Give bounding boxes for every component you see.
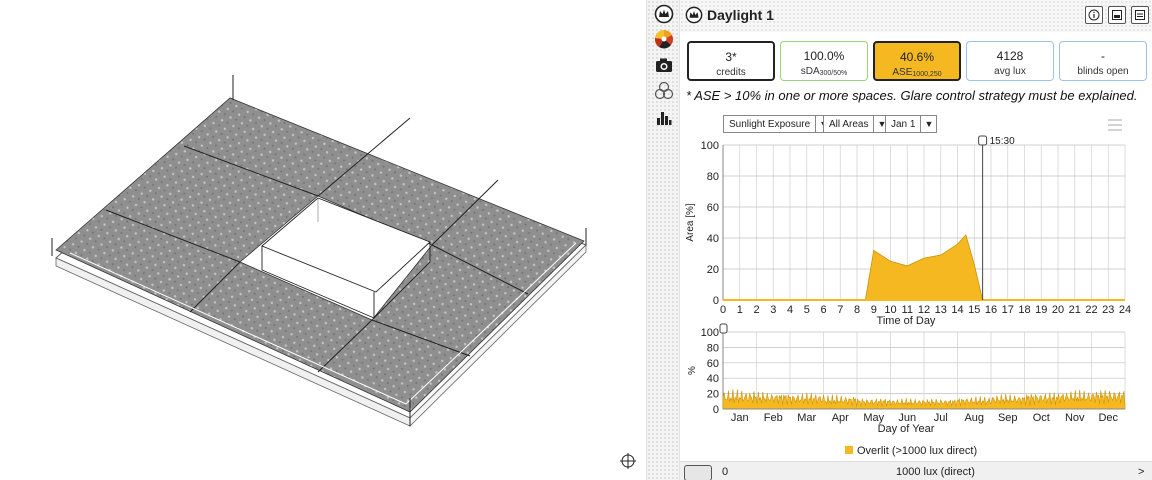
month-tick-label: Sep	[998, 412, 1018, 424]
month-tick-label: Jan	[731, 412, 749, 424]
x-tick-label: 4	[787, 304, 793, 316]
x-tick-label: 7	[837, 304, 843, 316]
metric-ase[interactable]: 40.6% ASE1000,250	[873, 41, 961, 81]
time-marker-label: 15:30	[990, 136, 1015, 147]
orientation-gizmo-icon[interactable]	[620, 453, 636, 469]
metric-avg-lux[interactable]: 4128 avg lux	[966, 41, 1054, 81]
x-tick-label: 17	[1002, 304, 1014, 316]
shapes-icon[interactable]	[652, 80, 676, 102]
x-tick-label: 8	[854, 304, 860, 316]
metric-label: blinds open	[1077, 66, 1129, 77]
x-tick-label: 19	[1035, 304, 1047, 316]
x-tick-label: 0	[720, 304, 726, 316]
export-data-button[interactable]	[1131, 6, 1149, 24]
y-tick-label: 80	[707, 171, 719, 183]
metric-label: sDA300/50%	[800, 66, 848, 77]
metric-label: ASE1000,250	[892, 67, 942, 78]
month-tick-label: Nov	[1065, 412, 1085, 424]
y-tick-label: 80	[707, 342, 719, 354]
y-tick-label: 40	[707, 373, 719, 385]
threshold-toggle-button[interactable]	[684, 465, 712, 480]
x-axis-label: Time of Day	[877, 315, 936, 327]
panel-title: Daylight 1	[707, 7, 774, 23]
x-tick-label: 16	[985, 304, 997, 316]
metric-blinds[interactable]: - blinds open	[1059, 41, 1147, 81]
bar-chart-icon[interactable]	[652, 107, 676, 129]
month-tick-label: Apr	[832, 412, 849, 424]
x-tick-label: 20	[1052, 304, 1064, 316]
month-tick-label: Dec	[1098, 412, 1118, 424]
time-marker-handle	[978, 135, 988, 146]
export-image-button[interactable]	[1108, 6, 1126, 24]
building-model	[51, 75, 636, 469]
ase-warning-note: * ASE > 10% in one or more spaces. Glare…	[686, 88, 1138, 103]
metric-value: 3*	[725, 50, 737, 64]
threshold-min: 0	[722, 466, 729, 478]
info-icon	[1088, 9, 1100, 21]
x-tick-label: 6	[820, 304, 826, 316]
y-tick-label: 60	[707, 202, 719, 214]
month-tick-label: Oct	[1033, 412, 1050, 424]
month-tick-label: Feb	[764, 412, 783, 424]
camera-icon[interactable]	[652, 54, 676, 76]
y-tick-label: 20	[707, 264, 719, 276]
metric-value: -	[1101, 49, 1105, 63]
y-tick-label: 100	[701, 327, 719, 339]
y-tick-label: 20	[707, 389, 719, 401]
export-image-icon	[1112, 10, 1122, 20]
panel-header: Daylight 1	[680, 0, 1152, 32]
x-tick-label: 13	[935, 304, 947, 316]
y-tick-label: 100	[701, 140, 719, 152]
metric-credits[interactable]: 3* credits	[687, 41, 775, 81]
x-tick-label: 3	[770, 304, 776, 316]
x-tick-label: 24	[1119, 304, 1131, 316]
x-tick-label: 2	[753, 304, 759, 316]
legend-label: Overlit (>1000 lux direct)	[857, 445, 977, 457]
sun-rays-icon[interactable]	[652, 28, 676, 50]
info-button[interactable]	[1085, 6, 1103, 24]
metric-value: 40.6%	[899, 50, 935, 64]
y-tick-label: 0	[713, 404, 719, 416]
x-tick-label: 5	[804, 304, 810, 316]
month-tick-label: Jul	[934, 412, 948, 424]
x-tick-label: 18	[1018, 304, 1030, 316]
x-tick-label: 21	[1069, 304, 1081, 316]
x-tick-label: 1	[737, 304, 743, 316]
y-tick-label: 40	[707, 233, 719, 245]
metric-value: 4128	[996, 49, 1024, 63]
metric-value: 100.0%	[803, 49, 845, 63]
legend-swatch	[845, 446, 853, 454]
y-axis-label: %	[687, 366, 698, 375]
tool-sidebar	[646, 0, 680, 480]
y-tick-label: 0	[713, 295, 719, 307]
threshold-value: 1000 lux (direct)	[896, 466, 975, 478]
y-tick-label: 60	[707, 358, 719, 370]
x-tick-label: 14	[951, 304, 963, 316]
day-marker-handle	[719, 323, 728, 334]
next-arrow-icon[interactable]: >	[1138, 466, 1144, 478]
daylight-logo-icon	[685, 6, 703, 29]
3d-viewport[interactable]	[0, 0, 646, 480]
metric-label: credits	[716, 67, 746, 78]
charts-area[interactable]: 0204060801000 1 2 3 4 5 6 7 8 9 10 11 12 13 14 15 16 17 18…	[680, 130, 1152, 465]
month-tick-label: Aug	[964, 412, 984, 424]
x-tick-label: 22	[1085, 304, 1097, 316]
y-axis-label: Area [%]	[685, 203, 696, 242]
x-tick-label: 23	[1102, 304, 1114, 316]
month-tick-label: Mar	[797, 412, 816, 424]
metric-label: avg lux	[994, 66, 1026, 77]
daylight-panel: Daylight 1 3* credits 100.0% sDA300/50% …	[680, 0, 1152, 480]
x-axis-label: Day of Year	[878, 423, 935, 435]
daylight-logo-icon[interactable]	[652, 3, 676, 25]
threshold-bar: 0 1000 lux (direct) >	[680, 461, 1152, 480]
export-data-icon	[1135, 10, 1145, 20]
metric-sda[interactable]: 100.0% sDA300/50%	[780, 41, 868, 81]
chevron-down-icon: ▼	[924, 119, 934, 129]
x-tick-label: 15	[968, 304, 980, 316]
